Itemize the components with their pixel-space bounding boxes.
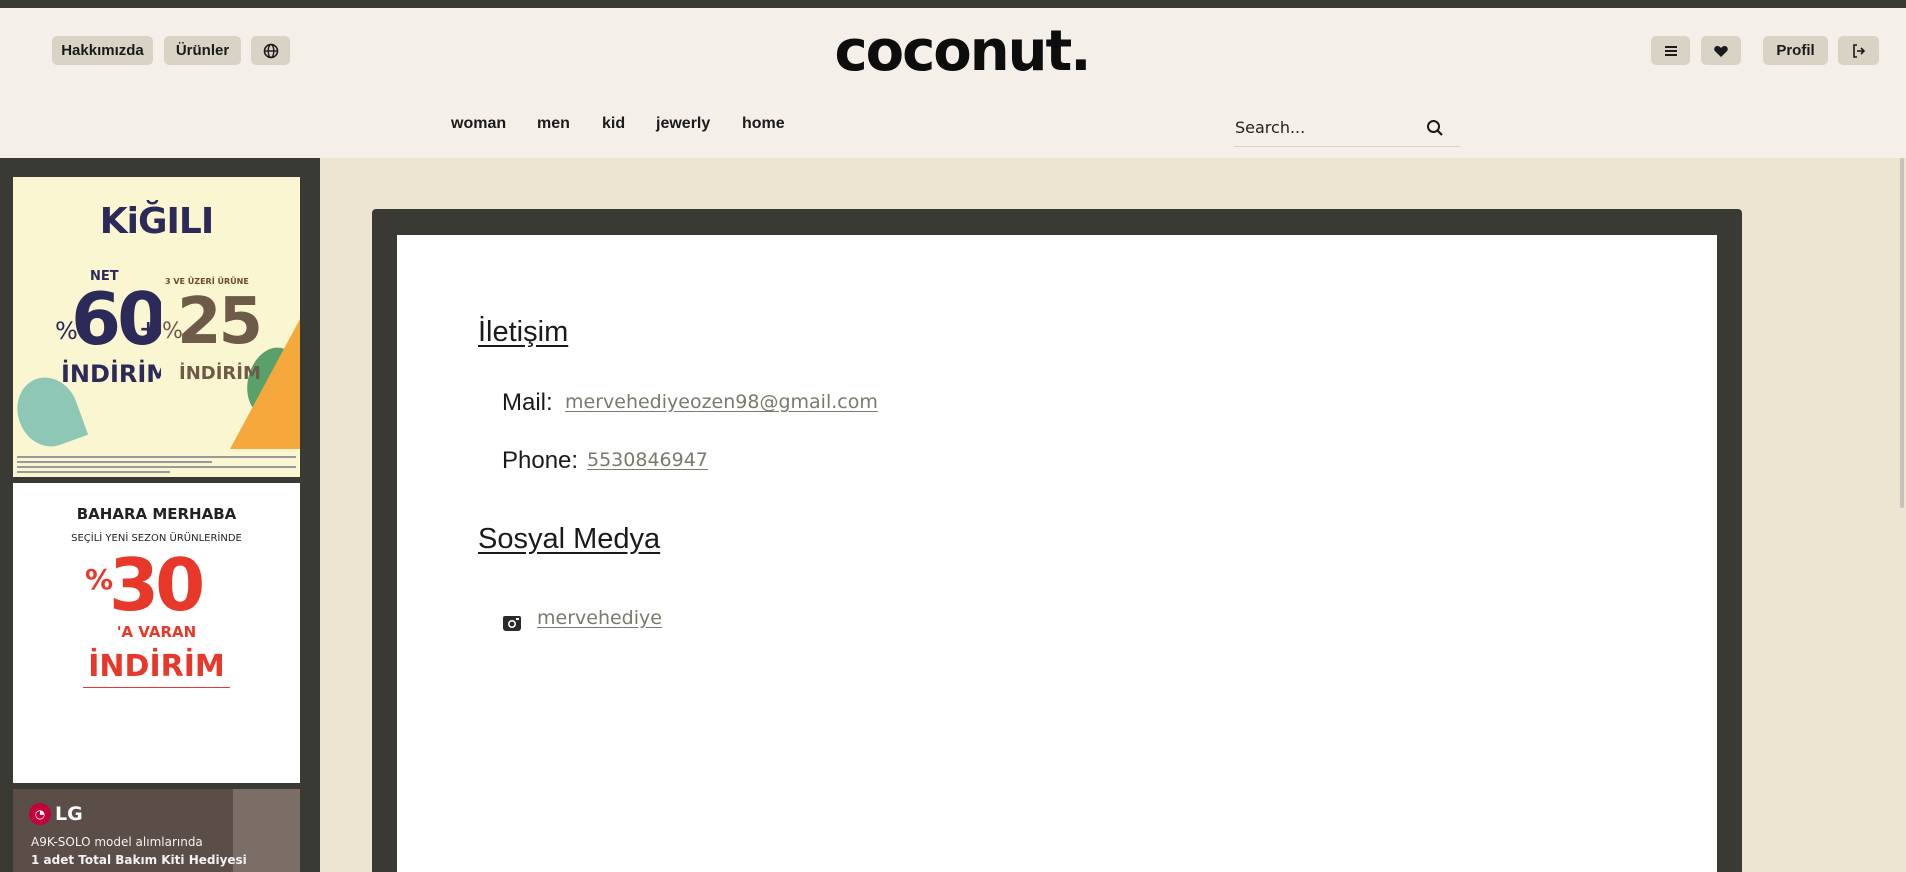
heart-icon bbox=[1714, 45, 1728, 57]
products-button[interactable]: Ürünler bbox=[164, 36, 241, 65]
ad-discount-value: 30 bbox=[109, 543, 205, 627]
search-button[interactable] bbox=[1422, 115, 1448, 141]
ad-varan: 'A VARAN bbox=[116, 623, 197, 641]
language-button[interactable] bbox=[251, 36, 290, 65]
lg-logo: ◔ LG bbox=[29, 803, 83, 825]
search-icon bbox=[1427, 120, 1443, 136]
search-bar bbox=[1234, 112, 1460, 147]
ad-brand: KiĞILI bbox=[99, 201, 215, 242]
globe-icon bbox=[263, 43, 278, 58]
phone-link[interactable]: 5530846947 bbox=[587, 449, 708, 471]
nav-kid[interactable]: kid bbox=[602, 115, 625, 133]
mail-link[interactable]: mervehediyeozen98@gmail.com bbox=[565, 391, 878, 413]
instagram-link[interactable]: mervehediye bbox=[537, 607, 662, 629]
ad-headline: BAHARA MERHABA bbox=[76, 505, 237, 523]
nav-men[interactable]: men bbox=[537, 115, 570, 133]
ad-discount-label: İNDİRİM bbox=[88, 649, 225, 684]
page-scrollbar[interactable] bbox=[1900, 158, 1904, 508]
search-input[interactable] bbox=[1235, 116, 1415, 138]
site-logo[interactable]: coconut. bbox=[825, 22, 1099, 82]
kigili-ad-banner[interactable]: KiĞILI NET % 60 İNDİRİM + 3 VE ÜZERİ ÜRÜ… bbox=[13, 177, 300, 477]
ad-discount-label: İNDİRİM bbox=[61, 360, 171, 388]
top-strip bbox=[0, 0, 1906, 8]
mail-label: Mail: bbox=[502, 389, 553, 416]
ad-discount-label-2: İNDİRİM bbox=[179, 363, 261, 384]
logout-button[interactable] bbox=[1838, 36, 1879, 65]
menu-icon bbox=[1664, 45, 1677, 56]
logout-icon bbox=[1852, 43, 1865, 58]
contact-title: İletişim bbox=[478, 316, 569, 348]
ad-discount-value-2: 25 bbox=[177, 285, 263, 359]
profile-button[interactable]: Profil bbox=[1763, 36, 1828, 65]
favorites-button[interactable] bbox=[1701, 36, 1741, 65]
menu-button[interactable] bbox=[1651, 36, 1690, 65]
lg-ad-banner[interactable]: ◔ LG A9K-SOLO model alımlarında 1 adet T… bbox=[13, 789, 300, 872]
spring-sale-ad-banner[interactable]: BAHARA MERHABA SEÇİLİ YENİ SEZON ÜRÜNLER… bbox=[13, 483, 300, 783]
ad-line-2: 1 adet Total Bakım Kiti Hediyesi bbox=[31, 853, 247, 867]
phone-label: Phone: bbox=[502, 447, 579, 474]
lg-logo-icon: ◔ bbox=[29, 803, 51, 825]
instagram-icon bbox=[503, 616, 521, 631]
nav-home[interactable]: home bbox=[742, 115, 785, 133]
ad-line-1: A9K-SOLO model alımlarında bbox=[31, 835, 203, 849]
social-media-title: Sosyal Medya bbox=[478, 523, 661, 555]
ad-plus: + bbox=[139, 317, 158, 342]
ad-fine-print bbox=[13, 453, 300, 475]
about-button[interactable]: Hakkımızda bbox=[52, 36, 153, 65]
nav-woman[interactable]: woman bbox=[451, 115, 506, 133]
nav-jewerly[interactable]: jewerly bbox=[656, 115, 710, 133]
